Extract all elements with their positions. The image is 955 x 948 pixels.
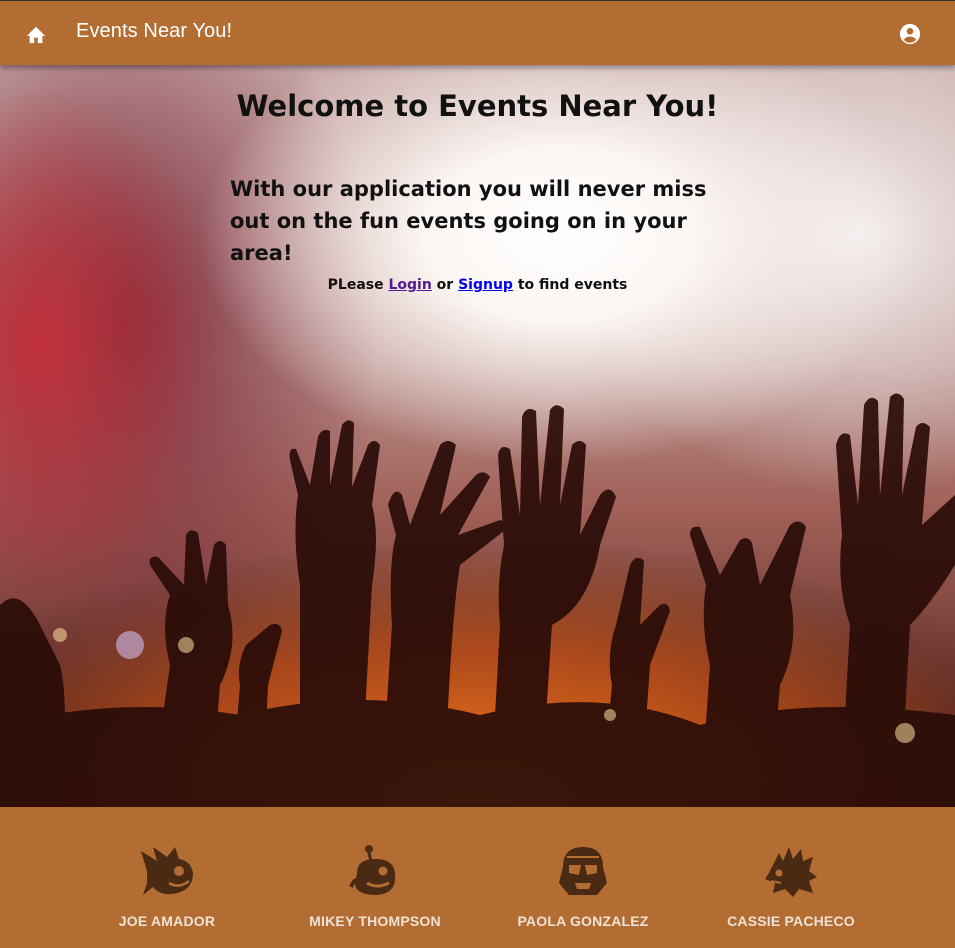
team-member: PAOLA GONZALEZ xyxy=(483,843,683,929)
stormtrooper-helmet-icon xyxy=(559,847,607,895)
hedgehog-icon xyxy=(141,847,193,895)
dragon-icon xyxy=(765,847,817,897)
member-name: MIKEY THOMPSON xyxy=(309,913,441,929)
prompt-suffix: to find events xyxy=(517,277,628,293)
app-title: Events Near You! xyxy=(76,20,233,42)
account-button[interactable] xyxy=(896,20,924,48)
member-name: CASSIE PACHECO xyxy=(727,913,855,929)
home-icon xyxy=(26,26,46,44)
member-name: JOE AMADOR xyxy=(118,913,216,929)
prompt-or: or xyxy=(436,277,454,293)
login-link[interactable]: Login xyxy=(388,277,431,293)
team-member: MIKEY THOMPSON xyxy=(275,843,475,929)
team-member: CASSIE PACHECO xyxy=(691,843,891,929)
app-bar: Events Near You! xyxy=(0,0,955,65)
member-name: PAOLA GONZALEZ xyxy=(517,913,649,929)
prompt-prefix: PLease xyxy=(327,277,384,293)
team-footer: JOE AMADOR MIKEY THOMPSON PAOLA GONZALEZ… xyxy=(0,807,955,948)
home-button[interactable] xyxy=(22,20,50,48)
signup-link[interactable]: Signup xyxy=(458,277,513,293)
account-circle-icon xyxy=(899,23,921,45)
intro-text: With our application you will never miss… xyxy=(230,177,707,265)
team-member: JOE AMADOR xyxy=(67,843,267,929)
welcome-heading: Welcome to Events Near You! xyxy=(236,89,719,123)
creature-icon xyxy=(349,845,396,895)
hero-section: Welcome to Events Near You! With our app… xyxy=(0,65,955,807)
auth-prompt: PLease Login or Signup to find events xyxy=(0,277,955,293)
